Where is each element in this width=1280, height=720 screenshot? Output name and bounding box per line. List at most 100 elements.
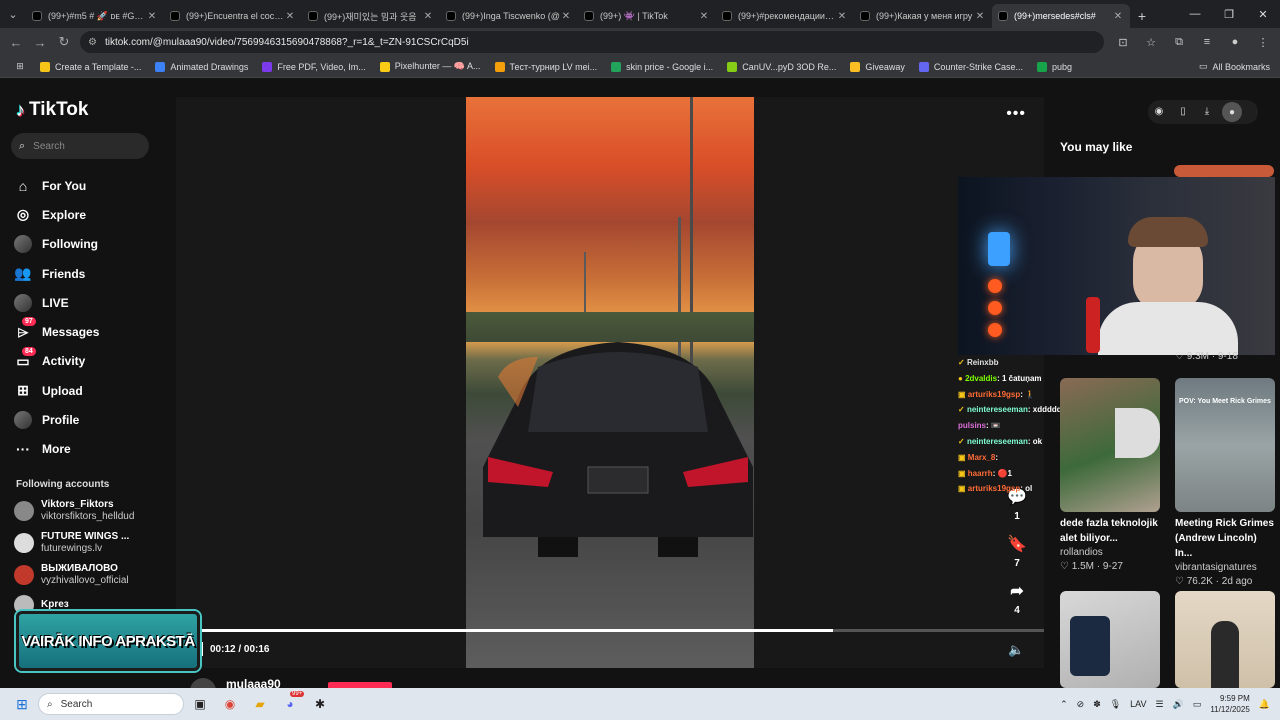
chat-message: ● 2dvaldis: 1 čatuņam	[958, 371, 1068, 387]
tab-close-icon[interactable]: ✕	[146, 11, 158, 22]
bookmark-item[interactable]: Giveaway	[850, 61, 905, 72]
minimize-icon[interactable]: —	[1178, 0, 1212, 28]
browser-tab[interactable]: (99+) 👾 | TikTok ✕	[578, 4, 716, 28]
tray-chevron-icon[interactable]: ⌃	[1060, 699, 1068, 710]
account-name: Viktors_Fiktors	[41, 499, 114, 510]
star-icon[interactable]: ☆	[1142, 32, 1160, 52]
profile-icon[interactable]: ●	[1226, 32, 1244, 52]
reload-icon[interactable]: ↻	[52, 34, 76, 50]
site-info-icon[interactable]: ⚙	[88, 37, 97, 48]
video-frame[interactable]	[466, 97, 754, 668]
bookmark-item[interactable]: Pixelhunter — 🧠 A...	[379, 61, 481, 72]
recommended-card[interactable]: dede fazla teknolojik alet biliyor... ro…	[1060, 378, 1160, 574]
more-options-icon[interactable]: •••	[1006, 105, 1026, 123]
app-icon[interactable]: ✱	[310, 694, 330, 714]
author-name[interactable]: mulaaa90	[226, 677, 281, 688]
back-icon[interactable]: ←	[4, 35, 28, 50]
device-icon[interactable]: ▯	[1174, 102, 1192, 120]
author-avatar[interactable]	[190, 678, 216, 688]
following-account[interactable]: ВЫЖИВАЛОВО vyzhivallovo_official	[14, 563, 129, 587]
language-indicator[interactable]: LAV	[1130, 699, 1146, 709]
recommended-card[interactable]	[1060, 591, 1160, 688]
close-window-icon[interactable]: ✕	[1246, 0, 1280, 28]
sidebar-item-live[interactable]: LIVE	[14, 288, 99, 317]
search-input[interactable]: ⌕ Search	[11, 133, 149, 159]
coins-icon[interactable]: ◉	[1150, 102, 1168, 120]
bookmark-item[interactable]: Free PDF, Video, Im...	[262, 61, 366, 72]
sidebar-item-activity[interactable]: ▭ 84 Activity	[14, 346, 99, 376]
extensions-icon[interactable]: ⧉	[1170, 32, 1188, 52]
tab-close-icon[interactable]: ✕	[974, 11, 986, 22]
browser-tab[interactable]: (99+)재미있는 밈과 웃음 ✕	[302, 4, 440, 28]
sidebar-item-explore[interactable]: ◎ Explore	[14, 200, 99, 229]
card-thumbnail	[1175, 591, 1275, 688]
sidebar-item-upload[interactable]: ⊞ Upload	[14, 376, 99, 405]
browser-tab[interactable]: (99+)#m5 # 🚀 ᴅᴇ #GTR # ✕	[26, 4, 164, 28]
forward-icon[interactable]: →	[28, 35, 52, 50]
sidebar-item-following[interactable]: Following	[14, 230, 99, 259]
browser-tab[interactable]: (99+)Какая у меня игру ✕	[854, 4, 992, 28]
menu-icon[interactable]: ⋮	[1254, 32, 1272, 52]
browser-tab[interactable]: (99+)mersedes#cls# ✕	[992, 4, 1130, 28]
all-bookmarks[interactable]: ▭ All Bookmarks	[1199, 61, 1270, 72]
sidebar-item-messages[interactable]: ⌲ 97 Messages	[14, 317, 99, 346]
tab-search-icon[interactable]: ⌄	[0, 0, 26, 28]
sidebar-item-more[interactable]: ··· More	[14, 435, 99, 464]
bookmark-item[interactable]: Тест-турнир LV mei...	[494, 61, 597, 72]
wifi-icon[interactable]: ☰	[1156, 699, 1164, 710]
recommended-card[interactable]: POV: You Meet Rick Grimes Meeting Rick G…	[1175, 378, 1275, 589]
system-tray: ⌃ ⊘ ✽ 🎙 LAV ☰ 🔊 ▭ 9:59 PM 11/12/2025 🔔	[1060, 688, 1270, 720]
battery-icon[interactable]: ▭	[1193, 699, 1202, 710]
following-account[interactable]: Viktors_Fiktors viktorsfiktors_helldud	[14, 499, 134, 523]
notifications-icon[interactable]: 🔔	[1259, 699, 1270, 710]
bookmark-item[interactable]: Counter-Strike Case...	[918, 61, 1023, 72]
bookmark-item[interactable]: CanUV...pyD 3OD Re...	[727, 61, 836, 72]
sidebar-item-for-you[interactable]: ⌂ For You	[14, 171, 99, 200]
tab-close-icon[interactable]: ✕	[560, 11, 572, 22]
volume-tray-icon[interactable]: 🔊	[1173, 699, 1184, 710]
browser-tab[interactable]: (99+)Encuentra el coche ✕	[164, 4, 302, 28]
browser-tab[interactable]: (99+)#рекомендации | T ✕	[716, 4, 854, 28]
mic-icon[interactable]: 🎙	[1110, 699, 1121, 710]
sidebar-item-friends[interactable]: 👥 Friends	[14, 259, 99, 288]
windows-start-icon[interactable]: ⊞	[12, 694, 32, 714]
url-input[interactable]: ⚙ tiktok.com/@mulaaa90/video/75699463156…	[80, 31, 1104, 53]
tab-close-icon[interactable]: ✕	[698, 11, 710, 22]
new-tab-button[interactable]: +	[1130, 4, 1154, 28]
volume-icon[interactable]: 🔈	[1008, 642, 1024, 658]
task-view-icon[interactable]: ▣	[190, 694, 210, 714]
chrome-icon[interactable]: ◉	[220, 694, 240, 714]
clock[interactable]: 9:59 PM 11/12/2025	[1210, 693, 1249, 715]
network-off-icon[interactable]: ⊘	[1077, 699, 1085, 710]
bookmark-item[interactable]: Create a Template -...	[40, 61, 141, 72]
taskbar-search[interactable]: ⌕ Search	[38, 693, 184, 715]
file-explorer-icon[interactable]: ▰	[250, 694, 270, 714]
bookmark-item[interactable]: pubg	[1036, 61, 1072, 72]
bookmark-label: Animated Drawings	[170, 61, 249, 72]
recommended-card[interactable]	[1175, 591, 1275, 688]
video-player[interactable]: ••• 💬 1 🔖 7 ➦ 4 00:12 / 00:16 🔈	[176, 97, 1044, 668]
user-avatar-icon[interactable]: ●	[1222, 102, 1242, 122]
discord-icon[interactable]: ◕	[280, 694, 300, 714]
bookmark-icon[interactable]: 🔖	[1004, 534, 1030, 554]
apps-icon[interactable]: ⊞	[0, 61, 40, 72]
recommended-card[interactable]	[1174, 165, 1274, 177]
tab-close-icon[interactable]: ✕	[422, 11, 434, 22]
download-icon[interactable]: ⤓	[1198, 102, 1216, 120]
tab-close-icon[interactable]: ✕	[836, 11, 848, 22]
bookmark-item[interactable]: Animated Drawings	[155, 61, 248, 72]
progress-bar[interactable]	[200, 629, 1044, 632]
pause-icon[interactable]	[200, 642, 203, 656]
sidebar-item-profile[interactable]: Profile	[14, 405, 99, 434]
tiktok-logo[interactable]: ♪ TikTok	[16, 99, 88, 121]
restore-icon[interactable]: ❐	[1212, 0, 1246, 28]
media-icon[interactable]: ≡	[1198, 32, 1216, 52]
tab-close-icon[interactable]: ✕	[1112, 11, 1124, 22]
following-account[interactable]: FUTURE WINGS ... futurewings.lv	[14, 531, 129, 555]
share-icon[interactable]: ➦	[1004, 581, 1030, 601]
tab-close-icon[interactable]: ✕	[284, 11, 296, 22]
bluetooth-icon[interactable]: ✽	[1093, 699, 1101, 710]
bookmark-item[interactable]: skin price - Google i...	[611, 61, 713, 72]
install-app-icon[interactable]: ⊡	[1114, 32, 1132, 52]
browser-tab[interactable]: (99+)Inga Tiscwenko (@ ✕	[440, 4, 578, 28]
